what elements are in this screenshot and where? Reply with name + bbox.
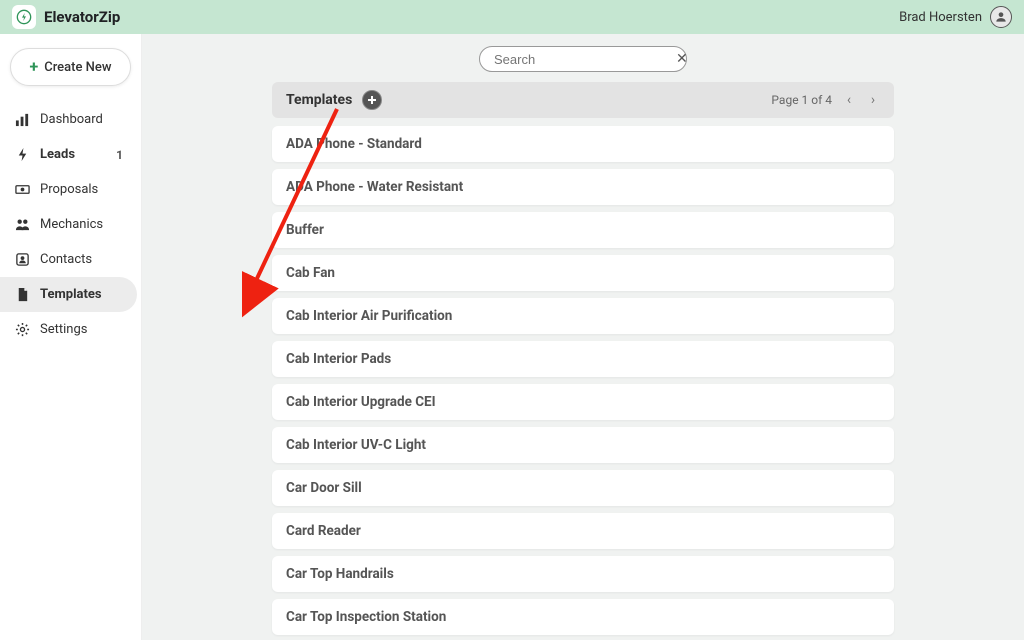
search-wrap: ✕ <box>142 46 1024 72</box>
avatar[interactable] <box>990 6 1012 28</box>
create-new-label: Create New <box>44 60 111 75</box>
bolt-icon <box>16 9 32 25</box>
search-input[interactable] <box>494 52 670 67</box>
template-row[interactable]: Car Top Handrails <box>272 556 894 592</box>
template-row[interactable]: Car Top Inspection Station <box>272 599 894 635</box>
list-title: Templates <box>286 92 352 108</box>
sidebar-item-label: Proposals <box>40 182 123 197</box>
contact-icon <box>14 252 30 268</box>
sidebar-item-proposals[interactable]: Proposals <box>0 172 137 207</box>
gear-icon <box>14 322 30 338</box>
template-name: ADA Phone - Water Resistant <box>286 179 463 195</box>
template-name: Car Top Inspection Station <box>286 609 446 625</box>
template-name: ADA Phone - Standard <box>286 136 422 152</box>
template-name: Car Top Handrails <box>286 566 394 582</box>
sidebar-item-mechanics[interactable]: Mechanics <box>0 207 137 242</box>
list-header: Templates Page 1 of 4 ‹ › <box>272 82 894 118</box>
template-row[interactable]: Card Reader <box>272 513 894 549</box>
brand-name: ElevatorZip <box>44 8 120 26</box>
template-name: Cab Interior Upgrade CEI <box>286 394 436 410</box>
template-row[interactable]: Cab Interior Pads <box>272 341 894 377</box>
template-name: Cab Fan <box>286 265 335 281</box>
user-name: Brad Hoersten <box>899 10 982 25</box>
main: ✕ Templates Page 1 of 4 ‹ › ADA Phone - … <box>142 34 1024 640</box>
create-new-button[interactable]: + Create New <box>10 48 131 86</box>
template-name: Cab Interior Air Purification <box>286 308 452 324</box>
sidebar-item-dashboard[interactable]: Dashboard <box>0 102 137 137</box>
template-row[interactable]: Cab Interior UV-C Light <box>272 427 894 463</box>
template-row[interactable]: Car Door Sill <box>272 470 894 506</box>
plus-icon: + <box>29 59 38 75</box>
sidebar-item-settings[interactable]: Settings <box>0 312 137 347</box>
page-indicator: Page 1 of 4 <box>771 93 832 107</box>
money-icon <box>14 182 30 198</box>
template-row[interactable]: Cab Interior Upgrade CEI <box>272 384 894 420</box>
sidebar: + Create New Dashboard Leads 1 Proposals… <box>0 34 142 640</box>
sidebar-item-leads[interactable]: Leads 1 <box>0 137 137 172</box>
template-row[interactable]: Cab Interior Air Purification <box>272 298 894 334</box>
template-name: Cab Interior Pads <box>286 351 391 367</box>
template-row[interactable]: Cab Fan <box>272 255 894 291</box>
app-header: ElevatorZip Brad Hoersten <box>0 0 1024 34</box>
sidebar-item-templates[interactable]: Templates <box>0 277 137 312</box>
user-area[interactable]: Brad Hoersten <box>899 6 1012 28</box>
clear-search-icon[interactable]: ✕ <box>676 51 688 67</box>
sidebar-item-label: Settings <box>40 322 123 337</box>
sidebar-item-label: Contacts <box>40 252 123 267</box>
sidebar-item-label: Mechanics <box>40 217 123 232</box>
brand-logo <box>12 5 36 29</box>
template-row[interactable]: ADA Phone - Standard <box>272 126 894 162</box>
document-icon <box>14 287 30 303</box>
sidebar-item-label: Templates <box>40 287 123 302</box>
content: Templates Page 1 of 4 ‹ › ADA Phone - St… <box>142 82 1024 635</box>
template-row[interactable]: Buffer <box>272 212 894 248</box>
template-name: Buffer <box>286 222 324 238</box>
nav: Dashboard Leads 1 Proposals Mechanics Co… <box>0 102 141 347</box>
template-name: Cab Interior UV-C Light <box>286 437 426 453</box>
template-row[interactable]: ADA Phone - Water Resistant <box>272 169 894 205</box>
sidebar-badge: 1 <box>116 148 123 162</box>
plus-circle-icon <box>366 94 378 106</box>
next-page-button[interactable]: › <box>866 92 880 108</box>
people-icon <box>14 217 30 233</box>
prev-page-button[interactable]: ‹ <box>842 92 856 108</box>
sidebar-item-contacts[interactable]: Contacts <box>0 242 137 277</box>
brand: ElevatorZip <box>12 5 120 29</box>
bolt-icon <box>14 147 30 163</box>
chart-bar-icon <box>14 112 30 128</box>
sidebar-item-label: Leads <box>40 147 106 162</box>
template-name: Card Reader <box>286 523 361 539</box>
sidebar-item-label: Dashboard <box>40 112 123 127</box>
template-name: Car Door Sill <box>286 480 362 496</box>
search-box[interactable]: ✕ <box>479 46 687 72</box>
add-template-button[interactable] <box>362 90 382 110</box>
person-icon <box>994 10 1008 24</box>
